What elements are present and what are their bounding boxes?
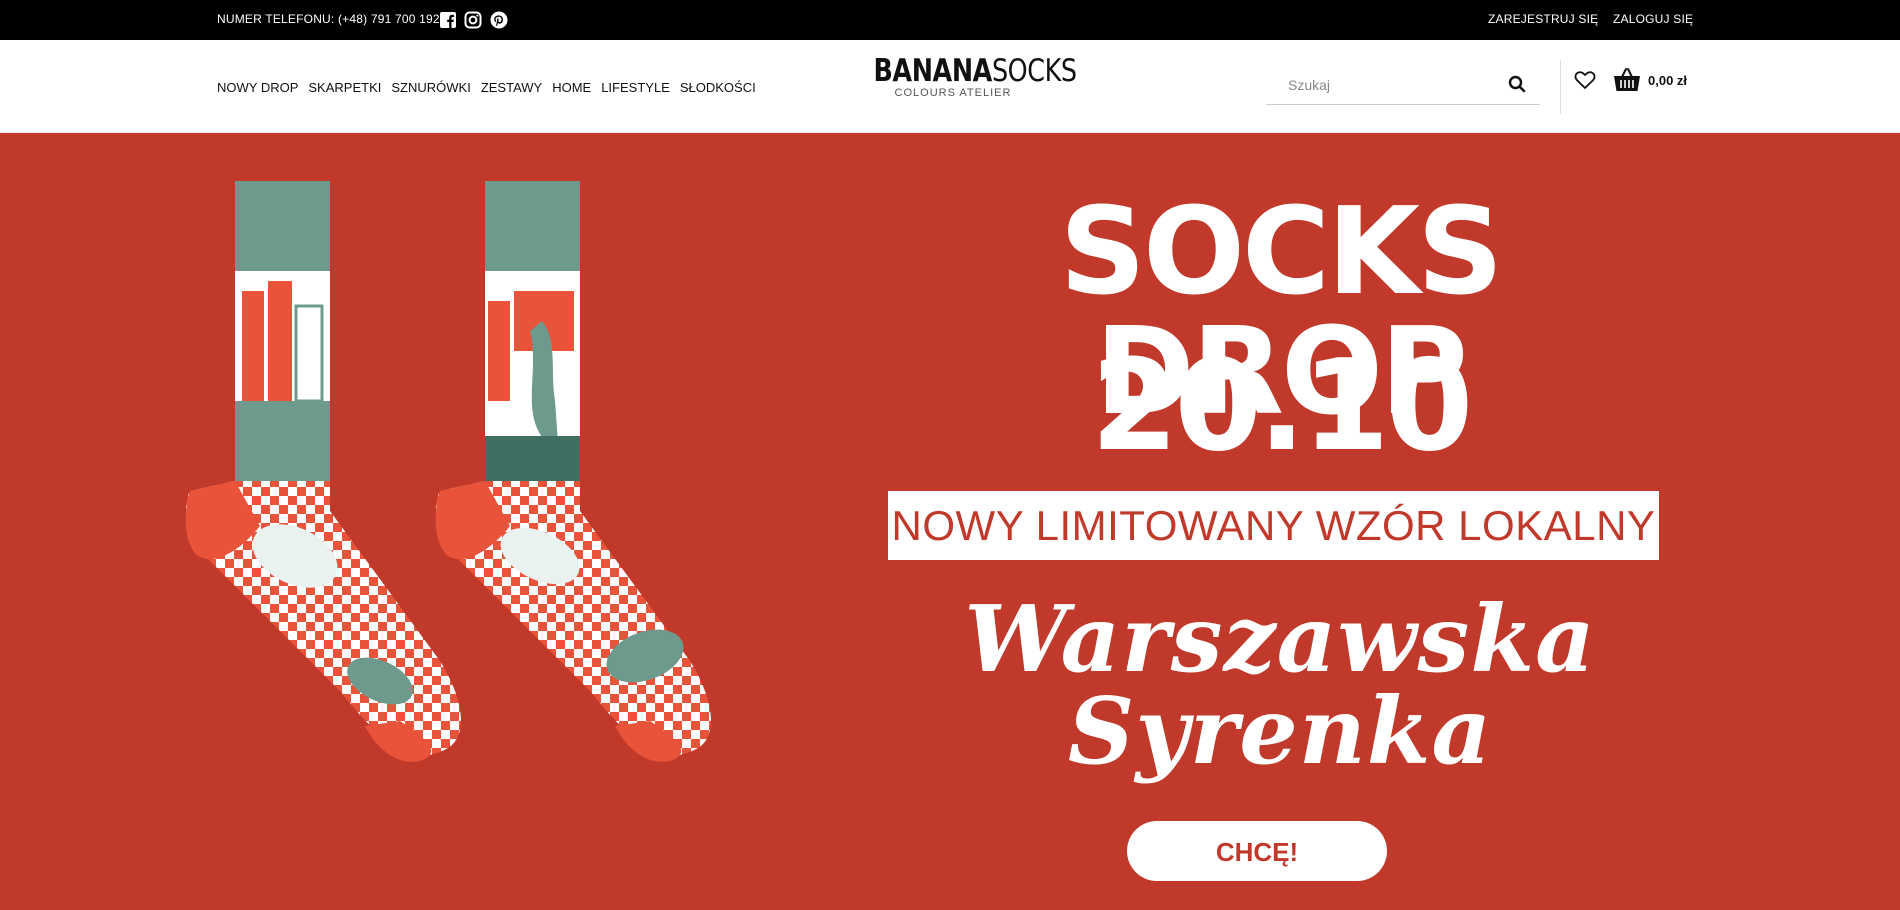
hero-date: 20.10 <box>1090 332 1474 479</box>
product-name-line-1: Warszawska <box>964 585 1596 693</box>
nav-item-slodkosci[interactable]: SŁODKOŚCI <box>680 80 756 95</box>
hero-banner: SOCKS DROP 20.10 NOWY LIMITOWANY WZÓR LO… <box>0 133 1900 910</box>
logo-text-bold: BANANA <box>873 53 992 89</box>
site-logo[interactable]: BANANASOCKS COLOURS ATELIER <box>856 53 1077 100</box>
socks-product-image <box>185 181 711 762</box>
register-link[interactable]: ZAREJESTRUJ SIĘ <box>1488 12 1598 26</box>
product-name-line-2: Syrenka <box>1067 677 1493 785</box>
nav-item-zestawy[interactable]: ZESTAWY <box>481 80 542 95</box>
search-input[interactable] <box>1286 74 1490 96</box>
instagram-icon[interactable] <box>464 11 482 29</box>
hero-tagline: NOWY LIMITOWANY WZÓR LOKALNY <box>888 491 1659 560</box>
logo-text-thin: SOCKS <box>991 53 1077 89</box>
pinterest-icon[interactable] <box>490 11 508 29</box>
nav-item-home[interactable]: HOME <box>552 80 591 95</box>
left-sock <box>185 181 461 762</box>
main-nav: NOWY DROP SKARPETKI SZNURÓWKI ZESTAWY HO… <box>217 80 756 95</box>
nav-item-skarpetki[interactable]: SKARPETKI <box>308 80 381 95</box>
cta-button[interactable]: CHCĘ! <box>1127 821 1387 881</box>
login-link[interactable]: ZALOGUJ SIĘ <box>1613 12 1693 26</box>
hero-product-name: Warszawska Syrenka <box>880 593 1680 777</box>
header-divider <box>1560 60 1561 114</box>
facebook-icon[interactable] <box>439 11 457 29</box>
site-header: NOWY DROP SKARPETKI SZNURÓWKI ZESTAWY HO… <box>0 40 1900 133</box>
nav-item-nowy-drop[interactable]: NOWY DROP <box>217 80 298 95</box>
nav-item-lifestyle[interactable]: LIFESTYLE <box>601 80 670 95</box>
search-icon[interactable] <box>1508 75 1526 93</box>
right-sock <box>435 181 711 762</box>
cart-total[interactable]: 0,00 zł <box>1648 73 1687 88</box>
search-box <box>1266 66 1540 105</box>
top-bar: NUMER TELEFONU: (+48) 791 700 192 ZAREJE… <box>0 0 1900 40</box>
nav-item-sznurowki[interactable]: SZNURÓWKI <box>391 80 470 95</box>
heart-icon[interactable] <box>1574 70 1596 90</box>
phone-number: NUMER TELEFONU: (+48) 791 700 192 <box>217 12 440 26</box>
basket-icon[interactable] <box>1613 67 1641 93</box>
